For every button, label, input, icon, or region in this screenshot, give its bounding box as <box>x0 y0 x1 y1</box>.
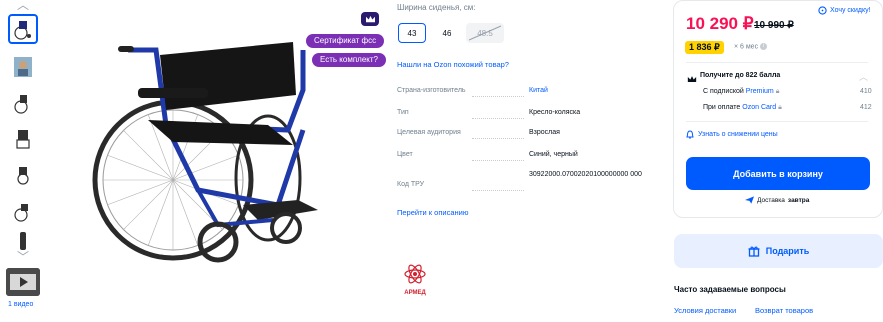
wheelchair-front-icon <box>16 130 30 149</box>
spec-label: Цвет <box>397 151 413 158</box>
divider <box>686 62 868 63</box>
spec-leader <box>472 137 524 139</box>
photo-icon <box>14 57 32 77</box>
certificate-badge[interactable]: Сертификат фсс <box>306 34 385 48</box>
lock-icon: 🔒︎ <box>778 104 782 111</box>
spec-leader <box>472 117 524 119</box>
chat-bubble-icon <box>818 6 827 15</box>
brand-logo-text: АРМЕД <box>404 290 426 296</box>
spec-value: Взрослая <box>529 129 560 136</box>
brand-logo-icon[interactable]: АРМЕД <box>398 262 432 298</box>
ozon-card-link[interactable]: Ozon Card <box>742 104 776 111</box>
thumbnail-4[interactable] <box>8 124 38 154</box>
delivery-plane-icon <box>745 196 754 204</box>
size-option-48-5[interactable]: 48.5 <box>466 23 504 43</box>
spec-label: Страна-изготовитель <box>397 87 466 94</box>
thumbnail-6[interactable] <box>8 196 38 226</box>
wheelchair-icon <box>17 167 29 185</box>
spec-leader <box>472 95 524 97</box>
kit-badge[interactable]: Есть комплект? <box>312 53 386 67</box>
spec-label: Целевая аудитория <box>397 129 461 136</box>
spec-value: Кресло-коляска <box>529 109 581 116</box>
points-row-label: При оплате <box>703 104 741 111</box>
size-option-43[interactable]: 43 <box>398 23 426 43</box>
delivery-info: Доставка завтра <box>745 196 809 204</box>
thumbnail-5[interactable] <box>8 160 38 190</box>
want-discount-label: Хочу скидку! <box>830 7 871 14</box>
lock-icon: 🔒︎ <box>775 88 780 95</box>
spec-leader <box>472 159 524 161</box>
faq-link-delivery[interactable]: Условия доставки <box>674 306 736 315</box>
size-option-46[interactable]: 46 <box>433 23 461 43</box>
premium-crown-icon <box>361 12 379 26</box>
thumbnail-3[interactable] <box>8 88 38 118</box>
thumbnail-2[interactable] <box>8 52 38 82</box>
faq-title: Часто задаваемые вопросы <box>674 285 786 294</box>
installment-note: × 6 мес i <box>734 43 768 51</box>
bell-icon <box>686 130 694 139</box>
wheelchair-icon <box>14 21 31 40</box>
spec-label: Код ТРУ <box>397 181 425 188</box>
info-icon[interactable]: i <box>760 43 768 50</box>
spec-label: Тип <box>397 109 409 116</box>
points-title: Получите до 822 балла <box>700 72 781 79</box>
strikethrough-icon <box>468 25 502 41</box>
gift-button[interactable]: Подарить <box>674 234 883 268</box>
delivery-prefix: Доставка <box>757 196 785 204</box>
premium-link[interactable]: Premium <box>746 88 774 95</box>
chevron-up-icon[interactable]: ︿ <box>859 70 868 83</box>
similar-product-link[interactable]: Нашли на Ozon похожий товар? <box>397 60 509 69</box>
installment-term: × 6 мес <box>734 43 759 51</box>
video-thumbnail[interactable] <box>6 268 40 296</box>
old-price: 10 990 ₽ <box>754 20 794 31</box>
faq-link-returns[interactable]: Возврат товаров <box>755 306 813 315</box>
spec-value: Синий, черный <box>529 151 578 158</box>
spec-leader <box>472 189 524 191</box>
spec-value-country-link[interactable]: Китай <box>529 87 548 94</box>
divider <box>686 121 868 122</box>
points-gift-icon <box>687 71 697 89</box>
go-to-description-link[interactable]: Перейти к описанию <box>397 208 468 217</box>
thumbs-up-chevron-icon[interactable]: ︿ <box>14 0 32 11</box>
wheelchair-icon <box>14 95 28 114</box>
points-row: При оплате Ozon Card 🔒︎ <box>703 104 782 112</box>
add-to-cart-button[interactable]: Добавить в корзину <box>686 157 870 190</box>
spec-value: 30922000.07002020100000000 000 <box>529 171 642 178</box>
video-count-label: 1 видео <box>8 301 34 308</box>
gift-icon <box>748 246 760 257</box>
points-row: С подпиской Premium 🔒︎ <box>703 88 779 96</box>
points-row-value: 410 <box>860 88 872 95</box>
points-row-label: С подпиской <box>703 88 744 95</box>
want-discount-link[interactable]: Хочу скидку! <box>818 6 871 15</box>
seat-width-label: Ширина сиденья, см: <box>397 3 476 12</box>
price-alert-label: Узнать о снижении цены <box>698 131 778 138</box>
current-price: 10 290 ₽ <box>686 14 754 33</box>
gift-label: Подарить <box>765 246 810 256</box>
wheelchair-icon <box>14 204 28 222</box>
thumbnail-1[interactable] <box>8 14 38 44</box>
play-icon <box>6 268 40 296</box>
installment-price[interactable]: 1 836 ₽ <box>685 41 724 54</box>
delivery-when: завтра <box>787 196 810 204</box>
points-row-value: 412 <box>860 104 872 111</box>
price-alert-link[interactable]: Узнать о снижении цены <box>686 130 778 139</box>
thumbs-down-chevron-icon[interactable]: ﹀ <box>14 251 32 263</box>
